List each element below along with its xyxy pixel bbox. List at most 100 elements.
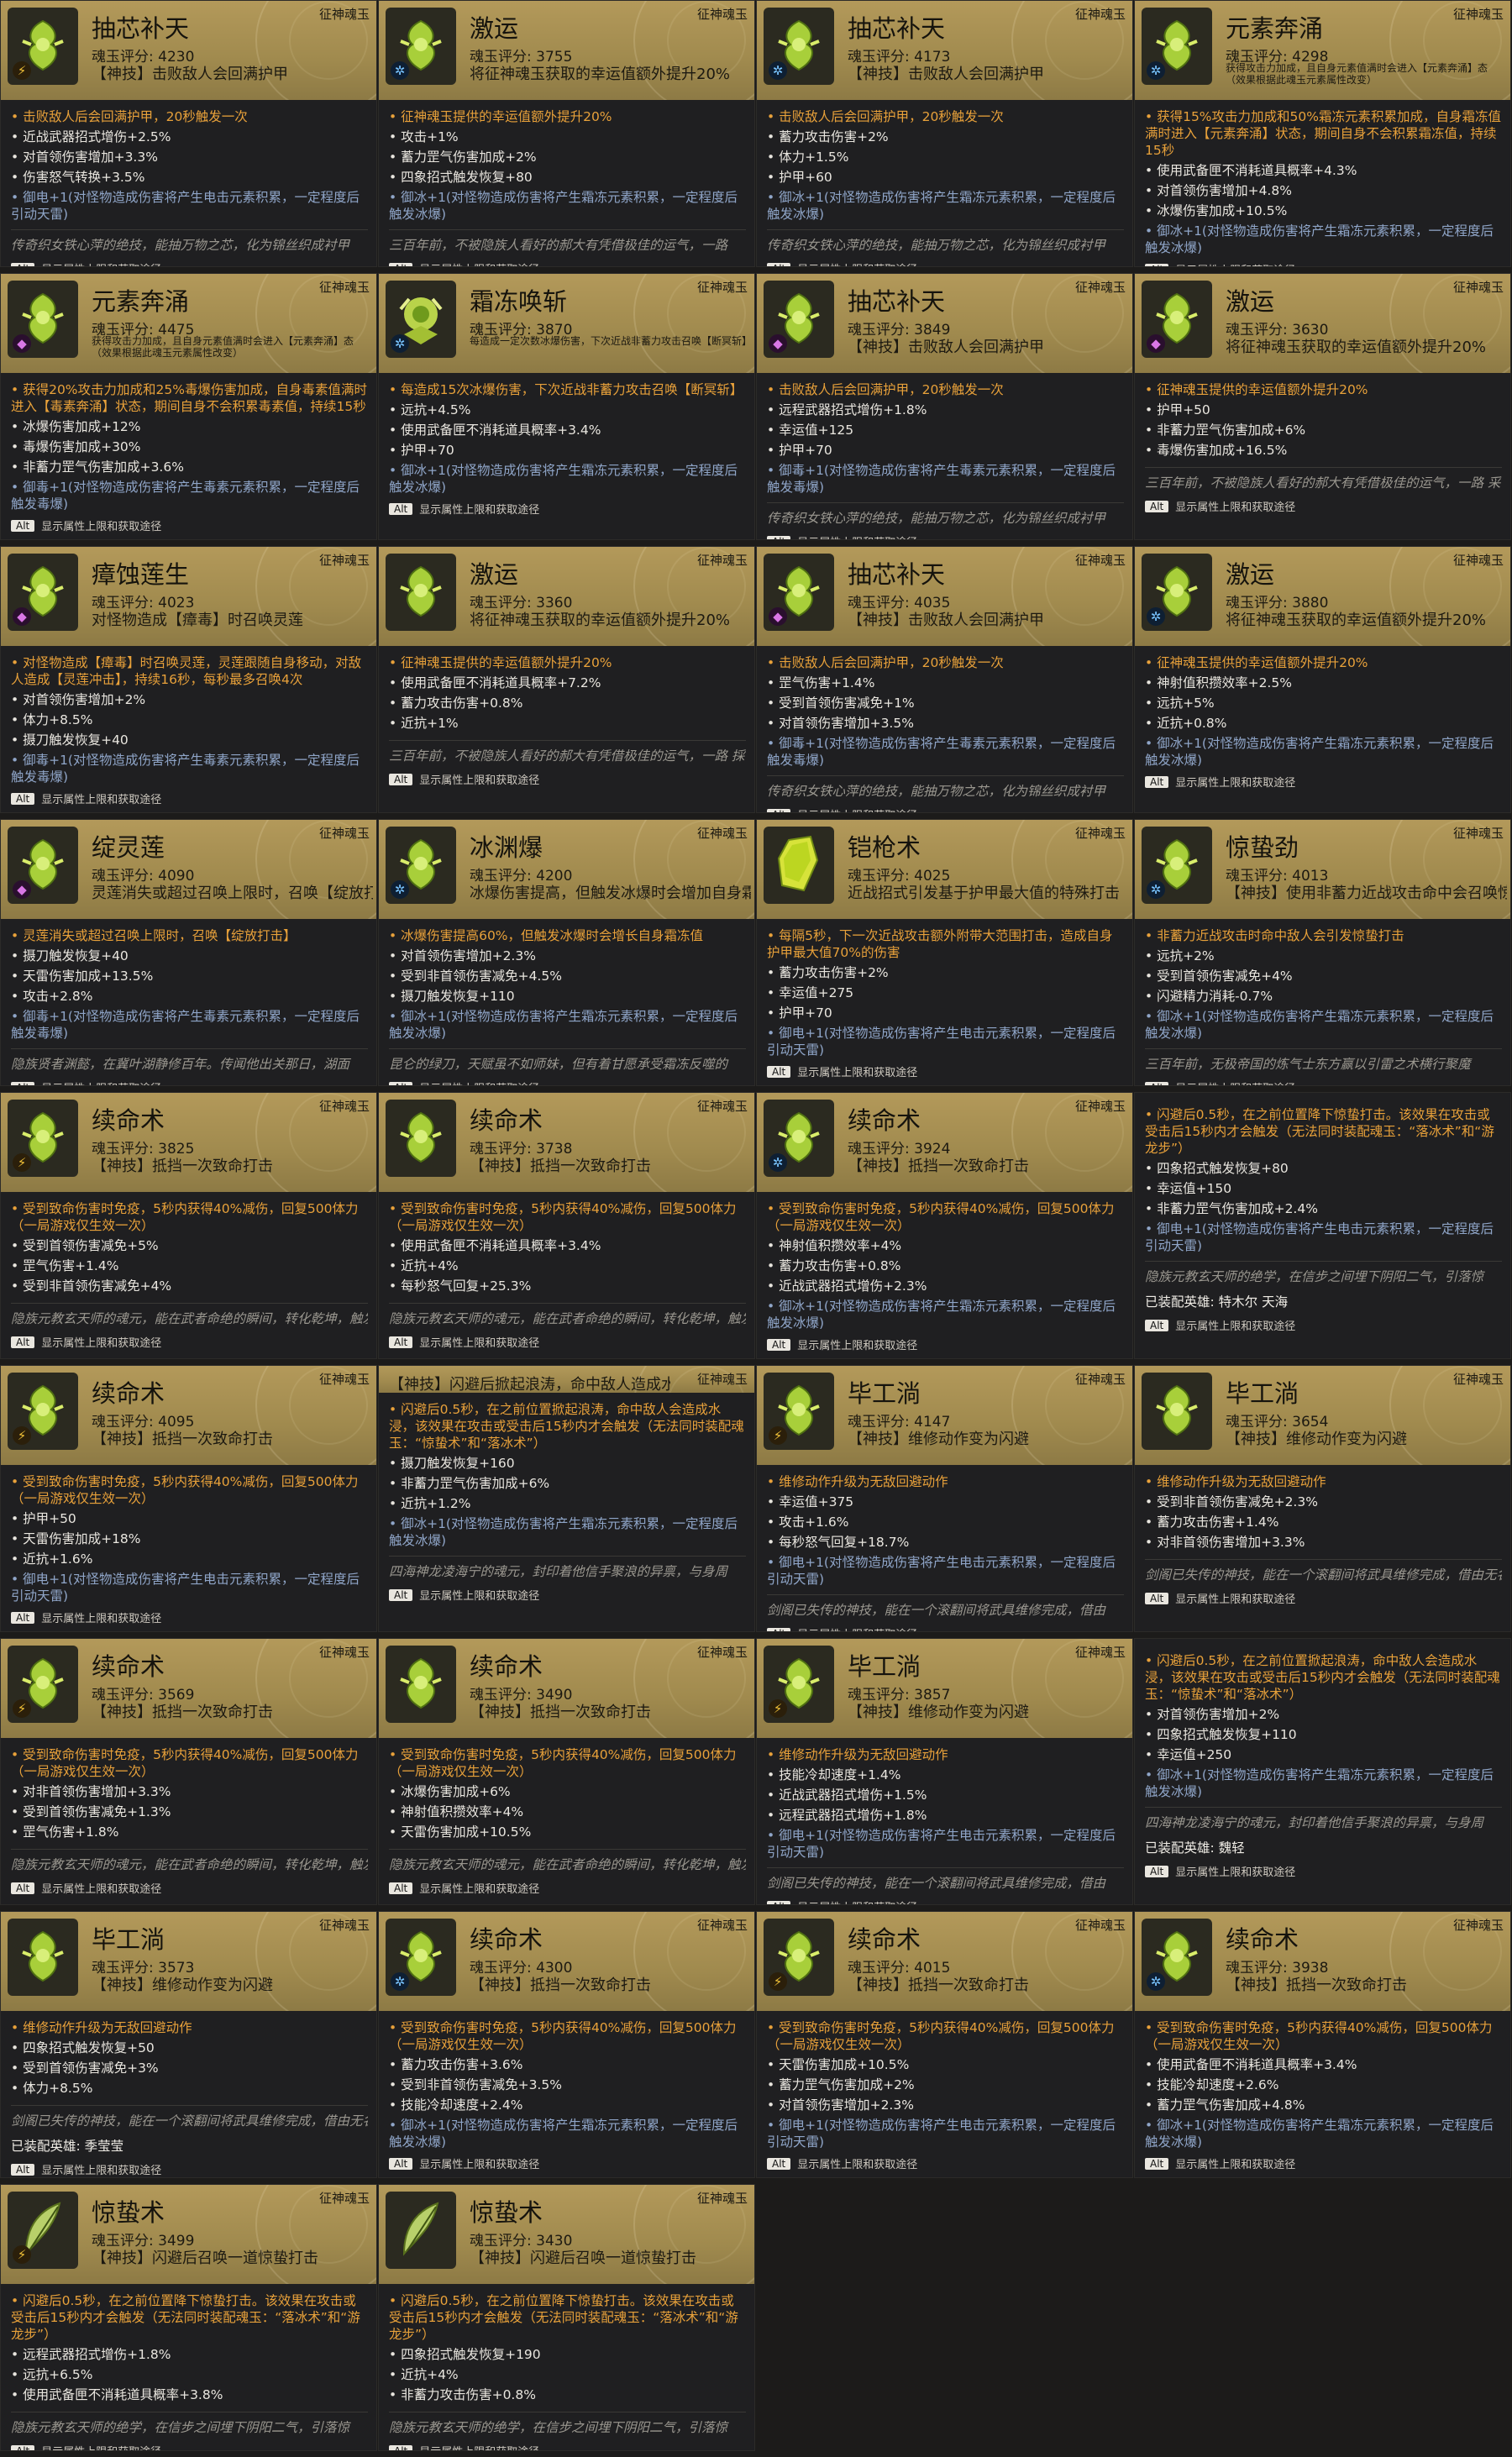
alt-key[interactable]: Alt	[1145, 1592, 1169, 1604]
alt-key[interactable]: Alt	[767, 2157, 791, 2170]
alt-hint[interactable]: Alt 显示属性上限和获取途径	[1145, 2155, 1502, 2171]
soul-jade-card[interactable]: 征神魂玉 ✲ 元素奔涌 魂玉评分: 4298 获得攻击力加成，且自身元素值满时会进入【元…	[1134, 0, 1511, 267]
alt-hint[interactable]: Alt 显示属性上限和获取途径	[389, 1880, 746, 1896]
alt-key[interactable]: Alt	[1145, 1319, 1169, 1331]
alt-key[interactable]: Alt	[389, 773, 413, 785]
alt-hint[interactable]: Alt 显示属性上限和获取途径	[11, 1609, 368, 1625]
alt-hint[interactable]: Alt 显示属性上限和获取途径	[767, 1063, 1124, 1079]
alt-hint[interactable]: Alt 显示属性上限和获取途径	[1145, 774, 1502, 790]
alt-key[interactable]: Alt	[389, 1588, 413, 1601]
soul-jade-card[interactable]: 征神魂玉◆抽芯补天魂玉评分: 3849【神技】击败敌人会回满护甲击败敌人后会回满…	[756, 273, 1133, 540]
soul-jade-card[interactable]: 征神魂玉◆激运魂玉评分: 3630将征神魂玉获取的幸运值额外提升20%征神魂玉提…	[1134, 273, 1511, 540]
alt-key[interactable]: Alt	[11, 519, 35, 532]
alt-key[interactable]: Alt	[389, 1081, 413, 1085]
alt-key[interactable]: Alt	[767, 1065, 791, 1078]
alt-hint[interactable]: Alt 显示属性上限和获取途径	[767, 806, 1124, 812]
alt-hint[interactable]: Alt 显示属性上限和获取途径	[11, 1880, 368, 1896]
alt-key[interactable]: Alt	[767, 808, 791, 812]
alt-hint[interactable]: Alt 显示属性上限和获取途径	[767, 1898, 1124, 1904]
alt-key[interactable]: Alt	[11, 262, 35, 266]
alt-key[interactable]: Alt	[1145, 263, 1169, 266]
alt-key[interactable]: Alt	[767, 1338, 791, 1351]
alt-hint[interactable]: Alt 显示属性上限和获取途径	[767, 260, 1124, 266]
alt-hint[interactable]: Alt 显示属性上限和获取途径	[11, 1334, 368, 1350]
soul-jade-card[interactable]: 征神魂玉续命术魂玉评分: 3738【神技】抵挡一次致命打击受到致命伤害时免疫，5…	[378, 1092, 755, 1359]
alt-key[interactable]: Alt	[1145, 775, 1169, 788]
alt-key[interactable]: Alt	[389, 502, 413, 515]
soul-jade-card[interactable]: 征神魂玉⚡毕工淌魂玉评分: 3857【神技】维修动作变为闪避维修动作升级为无敌回…	[756, 1638, 1133, 1905]
soul-jade-card[interactable]: 征神魂玉✲续命术魂玉评分: 3924【神技】抵挡一次致命打击受到致命伤害时免疫，…	[756, 1092, 1133, 1359]
alt-key[interactable]: Alt	[389, 1336, 413, 1348]
soul-jade-card[interactable]: 征神魂玉 ✲ 霜冻唤斩 魂玉评分: 3870 每造成一定次数冰爆伤害，下次近战非蓄力攻击…	[378, 273, 755, 540]
alt-hint[interactable]: Alt 显示属性上限和获取途径	[1145, 261, 1502, 266]
alt-hint[interactable]: Alt 显示属性上限和获取途径	[389, 501, 746, 517]
alt-hint[interactable]: Alt 显示属性上限和获取途径	[389, 771, 746, 787]
soul-jade-card[interactable]: 征神魂玉毕工淌魂玉评分: 3573【神技】维修动作变为闪避维修动作升级为无敌回避…	[0, 1911, 377, 2178]
alt-key[interactable]: Alt	[389, 2157, 413, 2170]
alt-hint[interactable]: Alt 显示属性上限和获取途径	[767, 1625, 1124, 1631]
alt-key[interactable]: Alt	[1145, 1865, 1169, 1877]
alt-hint[interactable]: Alt 显示属性上限和获取途径	[11, 2161, 368, 2177]
soul-jade-card[interactable]: 征神魂玉✲续命术魂玉评分: 4300【神技】抵挡一次致命打击受到致命伤害时免疫，…	[378, 1911, 755, 2178]
alt-key[interactable]: Alt	[11, 2163, 35, 2176]
soul-jade-card[interactable]: 征神魂玉续命术魂玉评分: 3490【神技】抵挡一次致命打击受到致命伤害时免疫，5…	[378, 1638, 755, 1905]
alt-hint[interactable]: Alt 显示属性上限和获取途径	[11, 260, 368, 266]
alt-hint[interactable]: Alt 显示属性上限和获取途径	[389, 1079, 746, 1085]
alt-key[interactable]: Alt	[389, 1882, 413, 1894]
alt-hint[interactable]: Alt 显示属性上限和获取途径	[11, 2443, 368, 2450]
soul-jade-card[interactable]: 征神魂玉铠枪术魂玉评分: 4025近战招式引发基于护甲最大值的特殊打击每隔5秒，…	[756, 819, 1133, 1086]
soul-jade-card[interactable]: 征神魂玉◆抽芯补天魂玉评分: 4035【神技】击败敌人会回满护甲击败敌人后会回满…	[756, 546, 1133, 813]
alt-hint[interactable]: Alt 显示属性上限和获取途径	[1145, 498, 1502, 514]
soul-jade-card[interactable]: 征神魂玉✲激运魂玉评分: 3755将征神魂玉获取的幸运值额外提升20%征神魂玉提…	[378, 0, 755, 267]
soul-jade-card[interactable]: 征神魂玉⚡续命术魂玉评分: 3569【神技】抵挡一次致命打击受到致命伤害时免疫，…	[0, 1638, 377, 1905]
soul-jade-card[interactable]: 征神魂玉⚡续命术魂玉评分: 4095【神技】抵挡一次致命打击受到致命伤害时免疫，…	[0, 1365, 377, 1632]
alt-key[interactable]: Alt	[767, 1900, 791, 1904]
alt-key[interactable]: Alt	[11, 2444, 35, 2450]
soul-jade-card[interactable]: 征神魂玉✲抽芯补天魂玉评分: 4173【神技】击败敌人会回满护甲击败敌人后会回满…	[756, 0, 1133, 267]
soul-jade-card[interactable]: 征神魂玉毕工淌魂玉评分: 3654【神技】维修动作变为闪避维修动作升级为无敌回避…	[1134, 1365, 1511, 1632]
alt-key[interactable]: Alt	[767, 535, 791, 539]
alt-key[interactable]: Alt	[767, 1627, 791, 1631]
soul-jade-card[interactable]: 征神魂玉惊蛰术魂玉评分: 3430【神技】闪避后召唤一道惊蛰打击闪避后0.5秒，…	[378, 2184, 755, 2451]
alt-hint[interactable]: Alt 显示属性上限和获取途径	[1145, 1079, 1502, 1085]
soul-jade-card[interactable]: 征神魂玉⚡续命术魂玉评分: 4015【神技】抵挡一次致命打击受到致命伤害时免疫，…	[756, 1911, 1133, 2178]
alt-hint[interactable]: Alt 显示属性上限和获取途径	[11, 517, 368, 533]
alt-hint[interactable]: Alt 显示属性上限和获取途径	[767, 2155, 1124, 2171]
alt-hint[interactable]: Alt 显示属性上限和获取途径	[1145, 1590, 1502, 1606]
soul-jade-card[interactable]: 征神魂玉◆绽灵莲魂玉评分: 4090灵莲消失或超过召唤上限时，召唤【绽放打击】灵…	[0, 819, 377, 1086]
soul-jade-card[interactable]: 征神魂玉✲激运魂玉评分: 3880将征神魂玉获取的幸运值额外提升20%征神魂玉提…	[1134, 546, 1511, 813]
alt-key[interactable]: Alt	[389, 2444, 413, 2450]
soul-jade-card[interactable]: 征神魂玉✲续命术魂玉评分: 3938【神技】抵挡一次致命打击受到致命伤害时免疫，…	[1134, 1911, 1511, 2178]
alt-hint[interactable]: Alt 显示属性上限和获取途径	[767, 533, 1124, 539]
alt-hint[interactable]: Alt 显示属性上限和获取途径	[389, 1334, 746, 1350]
alt-key[interactable]: Alt	[11, 1081, 35, 1085]
alt-key[interactable]: Alt	[389, 262, 413, 266]
alt-key[interactable]: Alt	[11, 792, 35, 805]
alt-hint[interactable]: Alt 显示属性上限和获取途径	[1145, 1863, 1502, 1879]
alt-key[interactable]: Alt	[767, 262, 791, 266]
soul-jade-card[interactable]: 征神魂玉◆瘴蚀莲生魂玉评分: 4023对怪物造成【瘴毒】时召唤灵莲对怪物造成【瘴…	[0, 546, 377, 813]
soul-jade-card[interactable]: 征神魂玉⚡毕工淌魂玉评分: 4147【神技】维修动作变为闪避维修动作升级为无敌回…	[756, 1365, 1133, 1632]
alt-key[interactable]: Alt	[1145, 2157, 1169, 2170]
soul-jade-card[interactable]: 征神魂玉 ◆ 元素奔涌 魂玉评分: 4475 获得攻击力加成，且自身元素值满时会进入【元…	[0, 273, 377, 540]
alt-hint[interactable]: Alt 显示属性上限和获取途径	[767, 1336, 1124, 1352]
alt-hint[interactable]: Alt 显示属性上限和获取途径	[389, 1587, 746, 1603]
soul-jade-card[interactable]: 征神魂玉⚡惊蛰术魂玉评分: 3499【神技】闪避后召唤一道惊蛰打击闪避后0.5秒…	[0, 2184, 377, 2451]
soul-jade-card[interactable]: 征神魂玉⚡抽芯补天魂玉评分: 4230【神技】击败敌人会回满护甲击败敌人后会回满…	[0, 0, 377, 267]
alt-hint[interactable]: Alt 显示属性上限和获取途径	[389, 260, 746, 266]
soul-jade-card[interactable]: 征神魂玉激运魂玉评分: 3360将征神魂玉获取的幸运值额外提升20%征神魂玉提供…	[378, 546, 755, 813]
alt-key[interactable]: Alt	[11, 1882, 35, 1894]
soul-jade-card[interactable]: 征神魂玉⚡续命术魂玉评分: 3825【神技】抵挡一次致命打击受到致命伤害时免疫，…	[0, 1092, 377, 1359]
alt-key[interactable]: Alt	[11, 1611, 35, 1624]
soul-jade-card[interactable]: 征神魂玉 【神技】闪避后掀起浪涛，命中敌人造成水闪避后0.5秒，在之前位置掀起浪涛…	[378, 1365, 755, 1632]
soul-jade-card[interactable]: 征神魂玉✲惊蛰劲魂玉评分: 4013【神技】使用非蓄力近战攻击命中会召唤惊蛰打击…	[1134, 819, 1511, 1086]
alt-key[interactable]: Alt	[1145, 500, 1169, 512]
alt-hint[interactable]: Alt 显示属性上限和获取途径	[389, 2155, 746, 2171]
alt-hint[interactable]: Alt 显示属性上限和获取途径	[389, 2443, 746, 2450]
soul-jade-card[interactable]: 闪避后0.5秒，在之前位置掀起浪涛，命中敌人会造成水浸，该效果在攻击或受击后15…	[1134, 1638, 1511, 1905]
soul-jade-card[interactable]: 闪避后0.5秒，在之前位置降下惊蛰打击。该效果在攻击或受击后15秒内才会触发（无…	[1134, 1092, 1511, 1359]
alt-key[interactable]: Alt	[11, 1336, 35, 1348]
alt-key[interactable]: Alt	[1145, 1081, 1169, 1085]
alt-hint[interactable]: Alt 显示属性上限和获取途径	[11, 790, 368, 806]
alt-hint[interactable]: Alt 显示属性上限和获取途径	[11, 1079, 368, 1085]
